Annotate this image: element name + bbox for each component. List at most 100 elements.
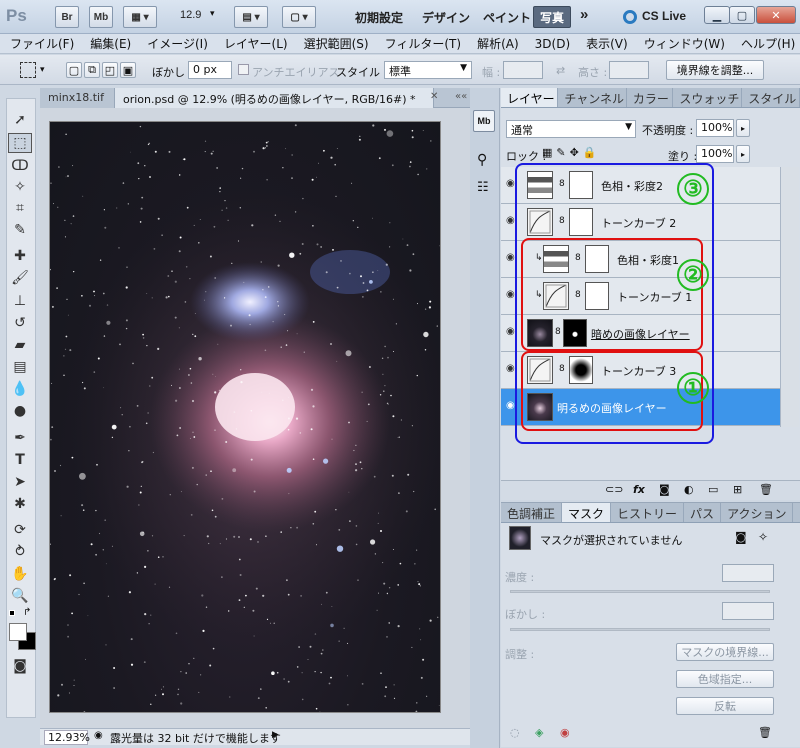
menu-file[interactable]: ファイル(F) xyxy=(10,35,74,52)
add-selection-icon[interactable]: ⧉ xyxy=(84,62,100,78)
maximize-button[interactable]: ▢ xyxy=(729,6,755,24)
zoom-status[interactable]: 12.93% xyxy=(44,730,88,745)
workspace-painting[interactable]: ペイント xyxy=(483,9,531,26)
eye-icon[interactable]: ◉ xyxy=(506,400,515,411)
menu-3d[interactable]: 3D(D) xyxy=(535,37,570,51)
close-button[interactable]: ✕ xyxy=(756,6,796,24)
eye-icon[interactable]: ◉ xyxy=(506,326,515,337)
tab-minx18[interactable]: minx18.tif xyxy=(40,88,120,108)
density-slider[interactable] xyxy=(510,590,770,593)
tab-layers[interactable]: レイヤー xyxy=(501,88,558,107)
mini-bridge-panel-icon[interactable]: Mb xyxy=(473,110,495,132)
move-tool-icon[interactable]: ➚ xyxy=(8,110,32,130)
path-selection-icon[interactable]: ➤ xyxy=(8,472,32,492)
shape-tool-icon[interactable]: ✱ xyxy=(8,494,32,514)
blend-mode-select[interactable]: 通常▼ xyxy=(506,120,636,138)
refine-edge-button[interactable]: 境界線を調整... xyxy=(666,60,764,80)
screen-mode-button[interactable]: ▢ ▾ xyxy=(282,6,316,28)
menu-edit[interactable]: 編集(E) xyxy=(90,35,131,52)
info-panel-icon[interactable]: ☷ xyxy=(477,180,489,195)
arrange-documents-button[interactable]: ▤ ▾ xyxy=(234,6,268,28)
brush-tool-icon[interactable]: 🖌 xyxy=(8,268,32,288)
subtract-selection-icon[interactable]: ◰ xyxy=(102,62,118,78)
new-selection-icon[interactable]: ▢ xyxy=(66,62,82,78)
menu-window[interactable]: ウィンドウ(W) xyxy=(644,35,725,52)
tab-color[interactable]: カラー xyxy=(627,88,674,107)
bridge-button[interactable]: Br xyxy=(55,6,79,28)
adjustment-layer-icon[interactable]: ◐ xyxy=(684,483,694,496)
eye-icon[interactable]: ◉ xyxy=(506,215,515,226)
vector-mask-icon[interactable]: ✧ xyxy=(758,530,768,544)
color-range-button[interactable]: 色域指定... xyxy=(676,670,774,688)
clone-stamp-icon[interactable]: ⊥ xyxy=(8,291,32,311)
density-input[interactable] xyxy=(722,564,774,582)
pen-tool-icon[interactable]: ✒ xyxy=(8,428,32,448)
fill-slider-icon[interactable]: ▸ xyxy=(736,145,750,163)
lasso-tool-icon[interactable]: ↀ xyxy=(8,156,32,176)
eye-icon[interactable]: ◉ xyxy=(506,252,515,263)
tab-masks[interactable]: マスク xyxy=(562,503,611,522)
style-select[interactable]: 標準▼ xyxy=(384,61,472,79)
workspace-essentials[interactable]: 初期設定 xyxy=(355,9,403,26)
minimize-button[interactable]: ▁ xyxy=(704,6,730,24)
zoom-dropdown-icon[interactable]: ▾ xyxy=(210,9,215,19)
default-colors-icon[interactable] xyxy=(9,610,15,616)
eye-icon[interactable]: ◉ xyxy=(506,178,515,189)
link-layers-icon[interactable]: ⊂⊃ xyxy=(605,483,623,496)
trash-icon[interactable]: 🗑 xyxy=(759,483,773,496)
swap-icon[interactable]: ⇄ xyxy=(556,64,565,77)
eraser-icon[interactable]: ▰ xyxy=(8,335,32,355)
healing-brush-icon[interactable]: ✚ xyxy=(8,246,32,266)
marquee-tool-icon[interactable]: ⬚ xyxy=(8,133,32,153)
cs-live-menu[interactable]: CS Live xyxy=(642,9,686,23)
add-mask-icon[interactable]: ◙ xyxy=(659,483,670,496)
eye-icon[interactable]: ◉ xyxy=(506,363,515,374)
new-layer-icon[interactable]: ⊞ xyxy=(733,483,742,496)
tab-history[interactable]: ヒストリー xyxy=(611,503,684,522)
status-info-icon[interactable]: ◉ xyxy=(94,730,103,741)
new-group-icon[interactable]: ▭ xyxy=(708,483,718,496)
antialias-checkbox[interactable] xyxy=(238,64,249,75)
history-brush-icon[interactable]: ↺ xyxy=(8,313,32,333)
blur-tool-icon[interactable]: 💧 xyxy=(8,379,32,399)
zoom-tool-icon[interactable]: 🔍 xyxy=(8,586,32,606)
menu-image[interactable]: イメージ(I) xyxy=(147,35,208,52)
pixel-mask-icon[interactable]: ◙ xyxy=(735,530,747,544)
brush-presets-icon[interactable]: ⚲ xyxy=(477,152,487,168)
load-selection-icon[interactable]: ◌ xyxy=(510,726,520,739)
layer-style-icon[interactable]: fx xyxy=(633,483,645,496)
status-menu-icon[interactable]: ▶ xyxy=(272,730,279,740)
menu-filter[interactable]: フィルター(T) xyxy=(385,35,461,52)
preset-dropdown-icon[interactable]: ▾ xyxy=(40,65,45,75)
swap-colors-icon[interactable]: ↱ xyxy=(23,607,31,618)
fill-input[interactable]: 100% xyxy=(696,145,734,163)
tab-paths[interactable]: パス xyxy=(684,503,721,522)
tab-swatches[interactable]: スウォッチ xyxy=(673,88,742,107)
tab-styles[interactable]: スタイル xyxy=(742,88,800,107)
delete-mask-icon[interactable]: 🗑 xyxy=(758,726,772,739)
workspace-design[interactable]: デザイン xyxy=(422,9,470,26)
tab-adjustments[interactable]: 色調補正 xyxy=(501,503,562,522)
invert-button[interactable]: 反転 xyxy=(676,697,774,715)
mask-edge-button[interactable]: マスクの境界線... xyxy=(676,643,774,661)
eyedropper-icon[interactable]: ✎ xyxy=(8,220,32,240)
layers-scrollbar[interactable] xyxy=(780,167,799,427)
apply-mask-icon[interactable]: ◈ xyxy=(535,726,543,739)
3d-rotate-icon[interactable]: ⟳ xyxy=(8,520,32,540)
width-input[interactable] xyxy=(503,61,543,79)
zoom-level[interactable]: 12.9 xyxy=(180,9,201,21)
magic-wand-icon[interactable]: ✧ xyxy=(8,177,32,197)
disable-mask-icon[interactable]: ◉ xyxy=(560,726,570,739)
gradient-tool-icon[interactable]: ▤ xyxy=(8,357,32,377)
menu-help[interactable]: ヘルプ(H) xyxy=(741,35,795,52)
orion-nebula-image[interactable] xyxy=(49,121,441,713)
feather-slider[interactable] xyxy=(510,628,770,631)
intersect-selection-icon[interactable]: ▣ xyxy=(120,62,136,78)
menu-layer[interactable]: レイヤー(L) xyxy=(224,35,288,52)
more-workspaces-icon[interactable]: » xyxy=(580,6,588,23)
menu-view[interactable]: 表示(V) xyxy=(586,35,628,52)
tab-channels[interactable]: チャンネル xyxy=(558,88,627,107)
crop-tool-icon[interactable]: ⌗ xyxy=(8,198,32,218)
marquee-tool-preset-icon[interactable] xyxy=(20,62,36,78)
menu-select[interactable]: 選択範囲(S) xyxy=(304,35,369,52)
